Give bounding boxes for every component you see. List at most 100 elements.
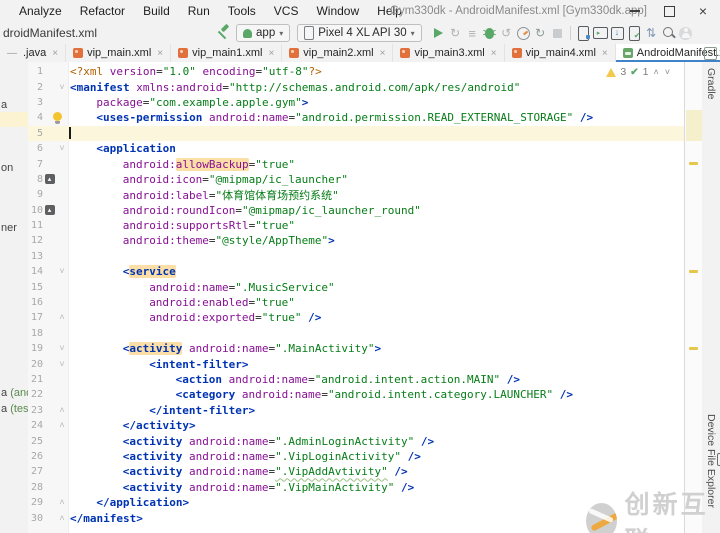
stop-button[interactable] bbox=[549, 23, 566, 43]
debug-button[interactable] bbox=[481, 23, 498, 43]
tab-close-icon[interactable]: × bbox=[380, 48, 386, 59]
prev-issue-icon[interactable]: ˄ bbox=[652, 67, 659, 77]
code-line[interactable]: 25<activity android:name=".AdminLoginAct… bbox=[28, 433, 684, 448]
project-tree-item-clipped[interactable]: a (and bbox=[1, 387, 29, 399]
menu-refactor[interactable]: Refactor bbox=[71, 4, 134, 18]
code-line[interactable]: 17˄android:exported="true" /> bbox=[28, 310, 684, 325]
code-line[interactable]: 22<category android:name="android.intent… bbox=[28, 387, 684, 402]
maximize-icon[interactable] bbox=[652, 0, 686, 22]
tab-close-icon[interactable]: × bbox=[268, 48, 274, 59]
code-line[interactable]: 28<activity android:name=".VipMainActivi… bbox=[28, 480, 684, 495]
code-line[interactable]: 2˅<manifest xmlns:android="http://schema… bbox=[28, 79, 684, 94]
menu-vcs[interactable]: VCS bbox=[265, 4, 308, 18]
code-line[interactable]: 15android:name=".MusicService" bbox=[28, 279, 684, 294]
fold-marker-icon[interactable]: ˄ bbox=[56, 514, 68, 523]
tab-close-icon[interactable]: × bbox=[602, 48, 608, 59]
breadcrumb[interactable]: droidManifest.xml bbox=[0, 26, 97, 40]
code-line[interactable]: 23˄</intent-filter> bbox=[28, 403, 684, 418]
stripe-warning-mark[interactable] bbox=[689, 270, 698, 273]
fold-marker-icon[interactable]: ˅ bbox=[56, 267, 68, 276]
run-button[interactable] bbox=[430, 23, 447, 43]
connected-devices-button[interactable] bbox=[626, 23, 643, 43]
code-line[interactable]: 7android:allowBackup="true" bbox=[28, 156, 684, 171]
stripe-warning-mark[interactable] bbox=[689, 347, 698, 350]
project-tree-item-clipped[interactable]: a (test bbox=[1, 403, 29, 415]
menu-tools[interactable]: Tools bbox=[219, 4, 265, 18]
fold-marker-icon[interactable]: ˄ bbox=[56, 498, 68, 507]
fold-marker-icon[interactable]: ˄ bbox=[56, 313, 68, 322]
code-line[interactable]: 24˄</activity> bbox=[28, 418, 684, 433]
error-stripe-scrollbar[interactable] bbox=[684, 62, 704, 533]
run-config-dropdown[interactable]: app ▾ bbox=[236, 24, 290, 42]
code-line[interactable]: 10android:roundIcon="@mipmap/ic_launcher… bbox=[28, 203, 684, 218]
sync-files-button[interactable] bbox=[643, 23, 660, 43]
code-line[interactable]: 27<activity android:name=".VipAddAvtivit… bbox=[28, 464, 684, 479]
rerun-button[interactable] bbox=[447, 23, 464, 43]
tab-close-icon[interactable]: × bbox=[52, 48, 58, 59]
code-line[interactable]: 12android:theme="@style/AppTheme"> bbox=[28, 233, 684, 248]
stripe-warning-block[interactable] bbox=[686, 110, 702, 141]
project-tree-item-clipped[interactable]: on bbox=[1, 162, 13, 174]
logcat-button[interactable] bbox=[592, 23, 609, 43]
code-line[interactable]: 30˄</manifest> bbox=[28, 510, 684, 525]
code-line[interactable]: 9android:label="体育馆体育场预约系统" bbox=[28, 187, 684, 202]
run-coverage-button[interactable] bbox=[498, 23, 515, 43]
sdk-manager-button[interactable] bbox=[609, 23, 626, 43]
editor-options-icon[interactable] bbox=[704, 47, 717, 60]
project-tree-item-clipped[interactable]: a bbox=[1, 99, 7, 111]
code-line[interactable]: 4<uses-permission android:name="android.… bbox=[28, 110, 684, 125]
code-line[interactable]: 26<activity android:name=".VipLoginActiv… bbox=[28, 449, 684, 464]
tab-vip-main3-xml[interactable]: vip_main3.xml× bbox=[393, 44, 504, 62]
device-manager-button[interactable] bbox=[575, 23, 592, 43]
tab-vip-main-xml[interactable]: vip_main.xml× bbox=[66, 44, 171, 62]
code-line[interactable]: 5 bbox=[28, 126, 684, 141]
tab-close-icon[interactable]: × bbox=[491, 48, 497, 59]
close-icon[interactable]: × bbox=[686, 0, 720, 22]
stripe-warning-mark[interactable] bbox=[689, 162, 698, 165]
fold-marker-icon[interactable]: ˄ bbox=[56, 406, 68, 415]
tab-vip-main1-xml[interactable]: vip_main1.xml× bbox=[171, 44, 282, 62]
drawable-preview-icon[interactable] bbox=[45, 174, 55, 184]
fold-marker-icon[interactable]: ˅ bbox=[56, 83, 68, 92]
hammer-icon[interactable] bbox=[215, 26, 229, 40]
fold-marker-icon[interactable]: ˅ bbox=[56, 344, 68, 353]
code-line[interactable]: 18 bbox=[28, 326, 684, 341]
tab-java[interactable]: —.java× bbox=[0, 44, 66, 62]
project-panel-edge[interactable]: a on ner a (and a (test bbox=[0, 62, 29, 533]
menu-build[interactable]: Build bbox=[134, 4, 179, 18]
apply-changes-button[interactable] bbox=[464, 23, 481, 43]
code-line[interactable]: 6˅<application bbox=[28, 141, 684, 156]
sync-project-button[interactable] bbox=[532, 23, 549, 43]
code-line[interactable]: 8android:icon="@mipmap/ic_launcher" bbox=[28, 172, 684, 187]
profile-button[interactable] bbox=[677, 23, 694, 43]
next-issue-icon[interactable]: ˅ bbox=[664, 67, 671, 77]
tool-window-gradle[interactable]: Gradle bbox=[705, 68, 717, 100]
code-line[interactable]: 14˅<service bbox=[28, 264, 684, 279]
fold-marker-icon[interactable]: ˅ bbox=[56, 144, 68, 153]
code-line[interactable]: 20˅<intent-filter> bbox=[28, 356, 684, 371]
code-line[interactable]: 16android:enabled="true" bbox=[28, 295, 684, 310]
menu-analyze[interactable]: Analyze bbox=[10, 4, 71, 18]
inspections-widget[interactable]: 3 ✔ 1 ˄ ˅ bbox=[603, 65, 674, 79]
drawable-preview-icon[interactable] bbox=[45, 205, 55, 215]
code-line[interactable]: 11android:supportsRtl="true" bbox=[28, 218, 684, 233]
menu-window[interactable]: Window bbox=[307, 4, 368, 18]
code-line[interactable]: 3package="com.example.apple.gym"> bbox=[28, 95, 684, 110]
fold-marker-icon[interactable]: ˄ bbox=[56, 421, 68, 430]
minimize-icon[interactable] bbox=[618, 0, 652, 22]
tool-window-device-file-explorer[interactable]: Device File Explorer bbox=[705, 414, 720, 508]
code-line[interactable]: 19˅<activity android:name=".MainActivity… bbox=[28, 341, 684, 356]
fold-marker-icon[interactable]: ˅ bbox=[56, 360, 68, 369]
device-dropdown[interactable]: Pixel 4 XL API 30 ▾ bbox=[297, 24, 421, 42]
tab-vip-main4-xml[interactable]: vip_main4.xml× bbox=[505, 44, 616, 62]
code-line[interactable]: 1<?xml version="1.0" encoding="utf-8"?> bbox=[28, 64, 684, 79]
project-tree-item-clipped[interactable]: ner bbox=[1, 222, 17, 234]
code-editor[interactable]: 1<?xml version="1.0" encoding="utf-8"?>2… bbox=[28, 62, 684, 533]
code-line[interactable]: 21<action android:name="android.intent.a… bbox=[28, 372, 684, 387]
tab-vip-main2-xml[interactable]: vip_main2.xml× bbox=[282, 44, 393, 62]
search-everywhere-button[interactable] bbox=[660, 23, 677, 43]
code-line[interactable]: 29˄</application> bbox=[28, 495, 684, 510]
tab-close-icon[interactable]: × bbox=[157, 48, 163, 59]
code-line[interactable]: 13 bbox=[28, 249, 684, 264]
menu-run[interactable]: Run bbox=[179, 4, 219, 18]
